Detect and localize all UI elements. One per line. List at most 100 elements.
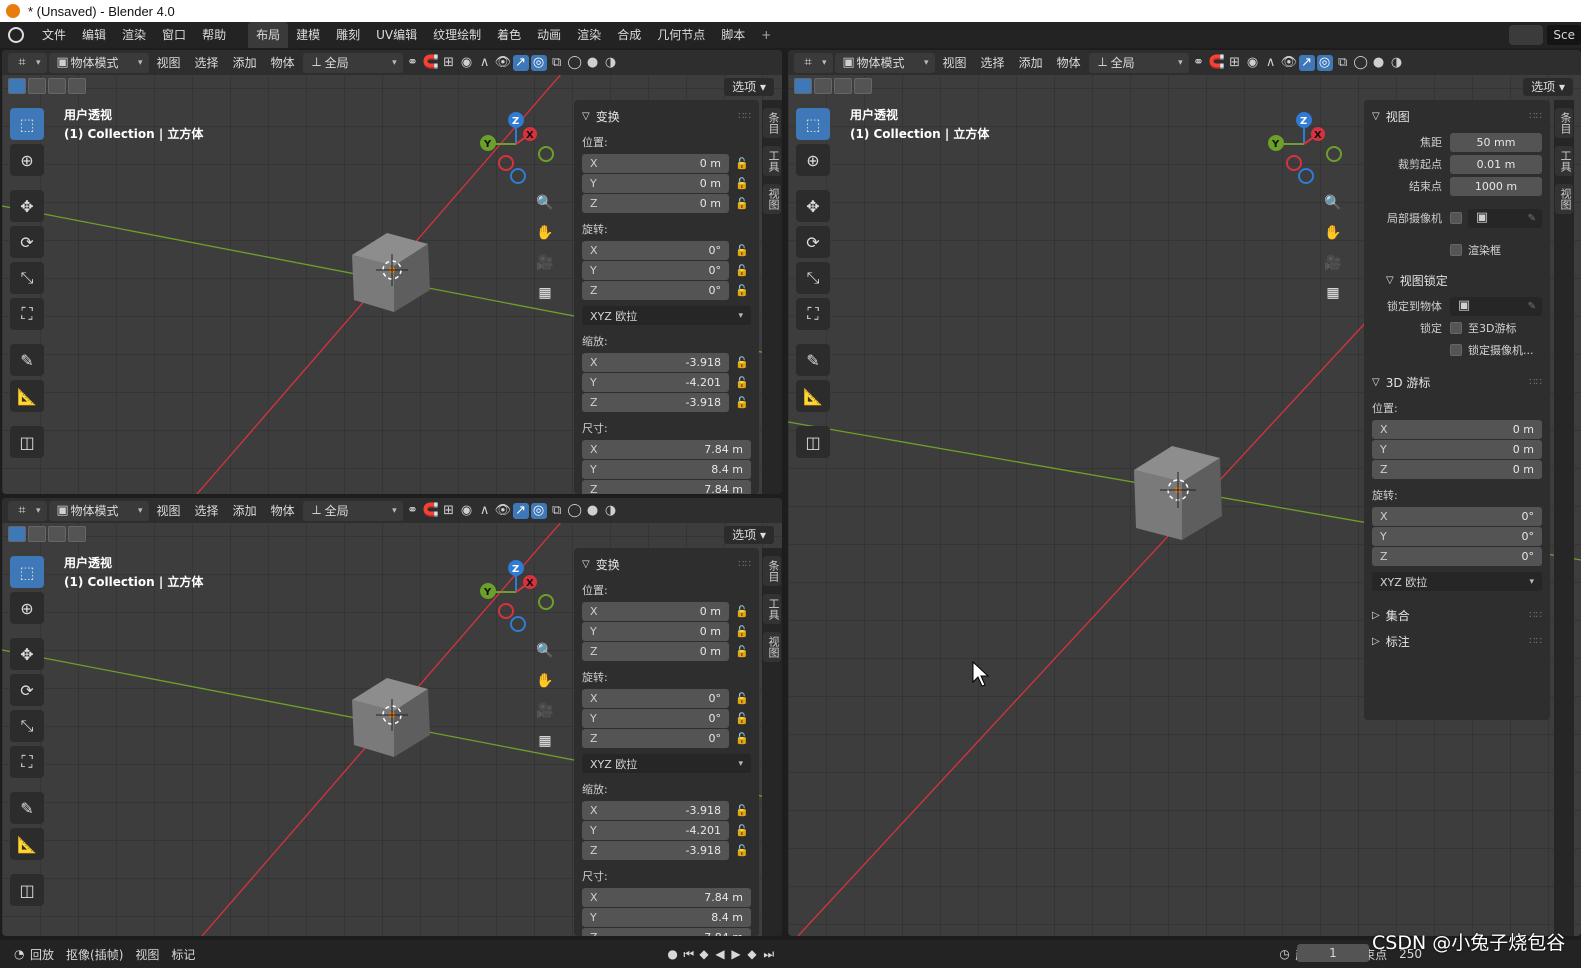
cursor-location-x[interactable]: X0 m	[1372, 420, 1542, 439]
jump-end-icon[interactable]: ⏭	[757, 946, 774, 962]
select-intersect-icon[interactable]	[854, 78, 872, 94]
location-y-field[interactable]: Y0 m 🔓	[582, 622, 751, 641]
proportional-edit-icon[interactable]: ◉	[459, 55, 475, 71]
playback-menu[interactable]: 回放	[24, 946, 60, 963]
move-tool-icon[interactable]: ✥	[796, 190, 830, 222]
tab-tool[interactable]: 工具	[1555, 146, 1573, 176]
perspective-toggle-icon[interactable]: ▦	[532, 728, 558, 754]
options-dropdown[interactable]: 选项 ▾	[724, 78, 774, 96]
add-cube-tool-icon[interactable]: ◫	[796, 426, 830, 458]
tab-view[interactable]: 视图	[763, 632, 781, 662]
render-region-checkbox[interactable]	[1450, 244, 1462, 256]
lock-camera-row[interactable]: 锁定摄像机...	[1372, 340, 1542, 360]
visibility-icon[interactable]: 👁	[1281, 55, 1298, 71]
wireframe-shading-icon[interactable]: ◯	[567, 55, 583, 71]
location-z-field[interactable]: Z0 m 🔓	[582, 194, 751, 213]
cursor-rotation-mode-dropdown[interactable]: XYZ 欧拉 ▾	[1372, 572, 1542, 591]
collections-header[interactable]: ▷ 集合 ∷∷	[1372, 605, 1542, 625]
wireframe-shading-icon[interactable]: ◯	[1353, 55, 1369, 71]
falloff-icon[interactable]: ∧	[477, 503, 493, 519]
navigation-gizmo[interactable]: Z Y X	[1266, 110, 1350, 190]
pan-hand-icon[interactable]: ✋	[1320, 220, 1346, 246]
annotate-tool-icon[interactable]: ✎	[10, 344, 44, 376]
annotations-header[interactable]: ▷ 标注 ∷∷	[1372, 631, 1542, 651]
annotate-tool-icon[interactable]: ✎	[10, 792, 44, 824]
3d-cursor-header[interactable]: ▽ 3D 游标 ∷∷	[1372, 372, 1542, 392]
tab-sculpting[interactable]: 雕刻	[328, 22, 368, 48]
select-extend-icon[interactable]	[814, 78, 832, 94]
transform-tool-icon[interactable]: ⛶	[796, 298, 830, 330]
snap-target-icon[interactable]: ⊞	[441, 503, 457, 519]
camera-view-icon[interactable]: 🎥	[532, 698, 558, 724]
camera-object-field[interactable]: ▣ ✎	[1468, 208, 1542, 228]
proportional-edit-icon[interactable]: ◉	[1245, 55, 1261, 71]
solid-shading-icon[interactable]: ●	[585, 503, 601, 519]
lock-object-field[interactable]: ▣ ✎	[1450, 296, 1542, 316]
render-region-row[interactable]: 渲染框	[1372, 240, 1542, 260]
rotation-y-field[interactable]: Y 0° 🔓	[582, 709, 751, 728]
add-cube-tool-icon[interactable]: ◫	[10, 874, 44, 906]
editor-type-button[interactable]: ⌗ ▾	[8, 500, 47, 521]
menu-file[interactable]: 文件	[34, 22, 74, 48]
dimension-z-field[interactable]: Z7.84 m	[582, 928, 751, 936]
options-dropdown[interactable]: 选项 ▾	[1523, 78, 1573, 96]
next-keyframe-icon[interactable]: ◆	[741, 946, 757, 962]
rotate-tool-icon[interactable]: ⟳	[10, 226, 44, 258]
zoom-icon[interactable]: 🔍	[532, 190, 558, 216]
tab-view[interactable]: 视图	[1555, 184, 1573, 214]
menu-select[interactable]: 选择	[189, 53, 225, 73]
material-shading-icon[interactable]: ◑	[603, 503, 619, 519]
visibility-icon[interactable]: 👁	[495, 503, 512, 519]
scale-x-field[interactable]: X -3.918 🔓	[582, 353, 751, 372]
select-extend-icon[interactable]	[28, 526, 46, 542]
snap-target-icon[interactable]: ⊞	[441, 55, 457, 71]
select-subtract-icon[interactable]	[48, 526, 66, 542]
menu-help[interactable]: 帮助	[194, 22, 234, 48]
cursor-rotation-z[interactable]: Z 0°	[1372, 547, 1542, 566]
select-extend-icon[interactable]	[28, 78, 46, 94]
menu-render[interactable]: 渲染	[114, 22, 154, 48]
current-frame-field[interactable]: 1	[1297, 944, 1369, 962]
gizmo-toggle-icon[interactable]: ↗	[512, 54, 529, 71]
solid-shading-icon[interactable]: ●	[1371, 55, 1387, 71]
local-camera-checkbox[interactable]	[1450, 212, 1462, 224]
menu-window[interactable]: 窗口	[154, 22, 194, 48]
visibility-icon[interactable]: 👁	[495, 55, 512, 71]
dimension-z-field[interactable]: Z7.84 m	[582, 480, 751, 494]
material-shading-icon[interactable]: ◑	[1389, 55, 1405, 71]
scene-icon[interactable]	[1509, 25, 1544, 45]
gizmo-toggle-icon[interactable]: ↗	[512, 502, 529, 519]
snap-icon[interactable]: 🧲	[423, 55, 439, 71]
measure-tool-icon[interactable]: 📐	[796, 380, 830, 412]
mode-dropdown[interactable]: ▣ 物体模式 ▾	[834, 52, 935, 73]
rotation-y-field[interactable]: Y 0° 🔓	[582, 261, 751, 280]
select-intersect-icon[interactable]	[68, 78, 86, 94]
marker-menu[interactable]: 标记	[165, 946, 201, 963]
scale-y-field[interactable]: Y -4.201 🔓	[582, 373, 751, 392]
scale-z-field[interactable]: Z -3.918 🔓	[582, 393, 751, 412]
orientation-dropdown[interactable]: ⟂ 全局 ▾	[302, 52, 403, 73]
orientation-dropdown[interactable]: ⟂ 全局 ▾	[1088, 52, 1189, 73]
camera-view-icon[interactable]: 🎥	[1320, 250, 1346, 276]
tab-item[interactable]: 条目	[763, 556, 781, 586]
lock-camera-checkbox[interactable]	[1450, 344, 1462, 356]
scale-z-field[interactable]: Z -3.918 🔓	[582, 841, 751, 860]
menu-select[interactable]: 选择	[189, 501, 225, 521]
measure-tool-icon[interactable]: 📐	[10, 380, 44, 412]
play-reverse-icon[interactable]: ◀	[709, 946, 725, 962]
camera-view-icon[interactable]: 🎥	[532, 250, 558, 276]
tab-animation[interactable]: 动画	[529, 22, 569, 48]
menu-add[interactable]: 添加	[1013, 53, 1049, 73]
pivot-icon[interactable]: ⚭	[405, 503, 421, 519]
dimension-x-field[interactable]: X 7.84 m	[582, 888, 751, 907]
play-icon[interactable]: ▶	[725, 946, 741, 962]
cursor-tool-icon[interactable]: ⊕	[10, 592, 44, 624]
viewport-top-left[interactable]: ⌗ ▾ ▣ 物体模式 ▾ 视图 选择 添加 物体 ⟂ 全局 ▾ ⚭ 🧲 ⊞ ◉ ∧ 👁 ↗…	[2, 50, 782, 494]
rotation-z-field[interactable]: Z 0° 🔓	[582, 729, 751, 748]
transform-panel-header[interactable]: ▽ 变换 ∷∷	[582, 554, 751, 574]
viewport-bottom-left[interactable]: ⌗ ▾ ▣ 物体模式 ▾ 视图 选择 添加 物体 ⟂ 全局 ▾ ⚭ 🧲 ⊞ ◉ ∧ 👁 ↗…	[2, 498, 782, 936]
add-cube-tool-icon[interactable]: ◫	[10, 426, 44, 458]
orientation-dropdown[interactable]: ⟂ 全局 ▾	[302, 500, 403, 521]
dimension-y-field[interactable]: Y 8.4 m	[582, 908, 751, 927]
navigation-gizmo[interactable]: Z Y X	[478, 558, 562, 638]
